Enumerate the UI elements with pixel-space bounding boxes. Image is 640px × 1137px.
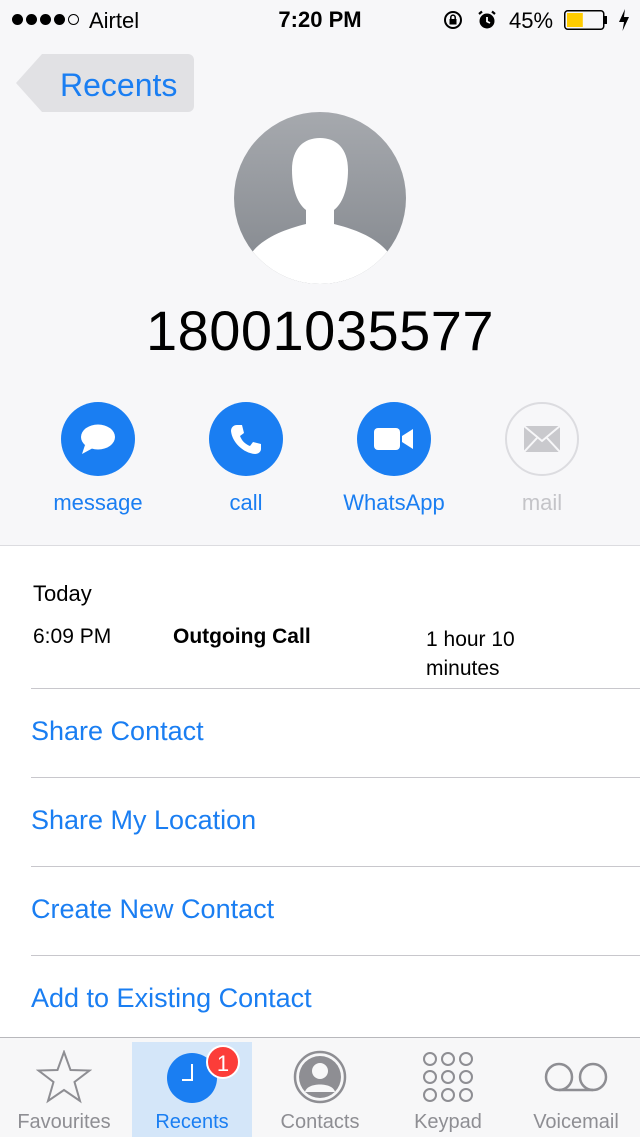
- contacts-icon: [293, 1050, 347, 1104]
- tab-voicemail[interactable]: Voicemail: [512, 1038, 640, 1137]
- keypad-icon: [423, 1052, 473, 1102]
- back-button[interactable]: Recents: [16, 54, 194, 112]
- alarm-icon: [478, 10, 496, 29]
- divider: [31, 866, 640, 867]
- whatsapp-label: WhatsApp: [343, 490, 445, 515]
- tab-favourites[interactable]: Favourites: [0, 1038, 128, 1137]
- star-icon: [36, 1050, 92, 1104]
- call-log-day: Today: [33, 581, 92, 606]
- call-time: 6:09 PM: [33, 625, 112, 648]
- call-duration: 1 hour 10 minutes: [426, 628, 515, 680]
- tab-label: Keypad: [414, 1111, 482, 1133]
- divider: [31, 955, 640, 956]
- divider: [31, 777, 640, 778]
- tab-label: Contacts: [280, 1111, 360, 1133]
- recents-badge: 1: [206, 1045, 240, 1079]
- phone-icon: [231, 425, 261, 454]
- whatsapp-button[interactable]: WhatsApp: [334, 402, 454, 516]
- charging-icon: [619, 9, 629, 31]
- battery-icon: [564, 10, 607, 30]
- battery-percent: 45%: [509, 8, 554, 33]
- message-button[interactable]: message: [38, 402, 158, 516]
- status-bar: Airtel 7:20 PM 45%: [0, 0, 640, 40]
- call-type: Outgoing Call: [173, 625, 311, 648]
- contact-number: 18001035577: [145, 299, 495, 362]
- contact-avatar: [234, 112, 406, 284]
- rotation-lock-icon: [444, 11, 462, 29]
- video-icon: [374, 428, 413, 450]
- tab-label: Recents: [155, 1111, 229, 1133]
- divider: [31, 688, 640, 689]
- tab-label: Favourites: [17, 1111, 111, 1133]
- tab-label: Voicemail: [533, 1111, 619, 1133]
- mail-label: mail: [521, 490, 563, 515]
- mail-icon: [524, 426, 560, 452]
- add-existing-contact-button[interactable]: Add to Existing Contact: [31, 983, 312, 1014]
- create-contact-button[interactable]: Create New Contact: [31, 894, 274, 925]
- tab-contacts[interactable]: Contacts: [256, 1038, 384, 1137]
- tab-bar: Favourites 1 Recents Contacts Keypad Voi…: [0, 1037, 640, 1137]
- call-button[interactable]: call: [186, 402, 306, 516]
- message-icon: [81, 424, 115, 454]
- call-label: call: [229, 490, 263, 515]
- voicemail-icon: [544, 1062, 608, 1092]
- share-location-button[interactable]: Share My Location: [31, 805, 256, 836]
- mail-button: mail: [482, 402, 602, 516]
- tab-recents[interactable]: 1 Recents: [132, 1042, 252, 1137]
- message-label: message: [53, 490, 143, 515]
- share-contact-button[interactable]: Share Contact: [31, 716, 204, 747]
- tab-keypad[interactable]: Keypad: [384, 1038, 512, 1137]
- back-button-label: Recents: [60, 67, 178, 103]
